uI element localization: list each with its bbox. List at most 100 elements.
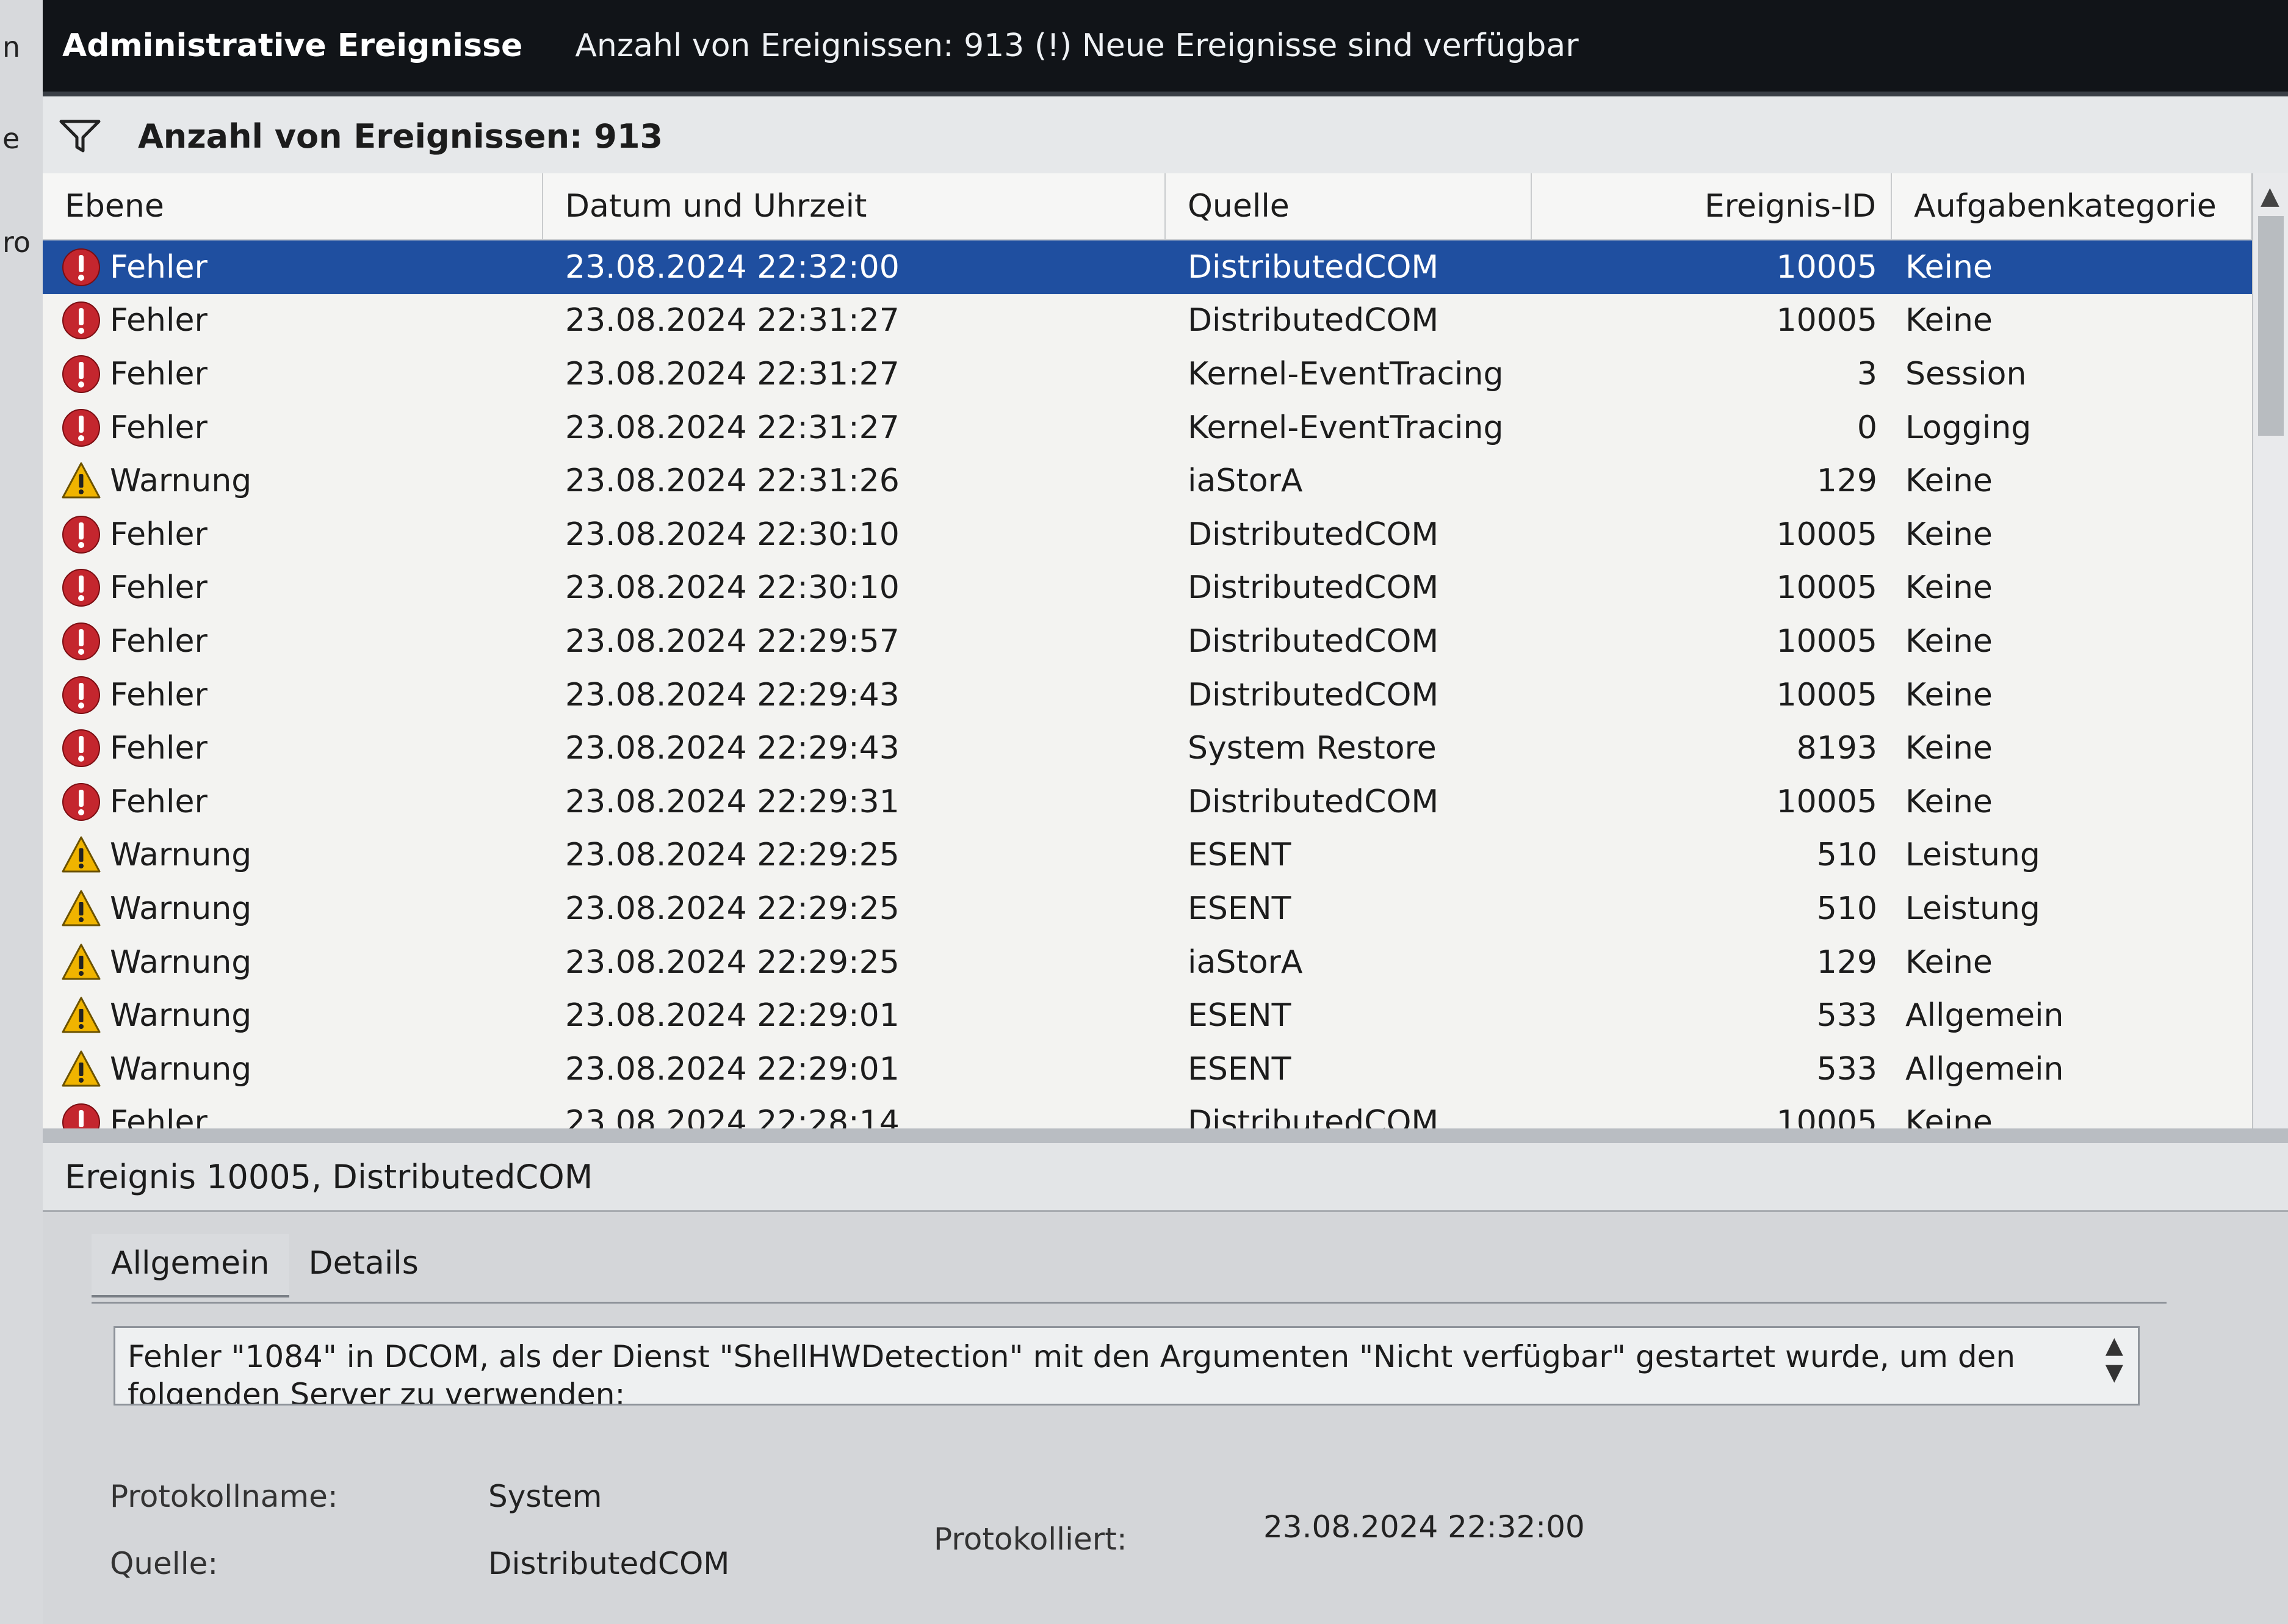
event-detail-pane: Ereignis 10005, DistributedCOM Allgemein… [43,1143,2288,1624]
error-icon [62,408,100,447]
cell-level: Fehler [43,668,543,722]
level-text: Warnung [110,997,252,1034]
cell-source: DistributedCOM [1188,569,1439,607]
cell-event-id: 10005 [1776,676,1877,713]
level-text: Fehler [110,730,208,767]
cell-level: Warnung [43,989,543,1042]
cell-event-id: 510 [1816,837,1877,874]
table-row[interactable]: Warnung 23.08.2024 22:31:26 iaStorA 129 Kein… [43,454,2252,508]
cell-category: Keine [1905,463,1993,500]
filter-count-text: Anzahl von Ereignissen: 913 [138,117,663,156]
table-row[interactable]: Fehler 23.08.2024 22:32:00 DistributedCOM 1… [43,240,2252,294]
level-text: Fehler [110,1104,208,1128]
cell-level: Fehler [43,721,543,775]
cell-event-id: 0 [1857,409,1877,446]
error-icon [62,1103,100,1128]
table-row[interactable]: Warnung 23.08.2024 22:29:25 ESENT 510 Leistu… [43,829,2252,882]
table-row[interactable]: Fehler 23.08.2024 22:28:14 DistributedCOM 1… [43,1096,2252,1128]
cell-source: DistributedCOM [1188,623,1439,660]
table-row[interactable]: Warnung 23.08.2024 22:29:01 ESENT 533 Allgem… [43,989,2252,1042]
event-count-status: Anzahl von Ereignissen: 913 (!) Neue Ere… [575,27,1579,64]
cell-event-id: 533 [1816,997,1877,1034]
column-header-event-id[interactable]: Ereignis-ID [1532,173,1892,239]
cell-category: Keine [1905,730,1993,767]
table-row[interactable]: Warnung 23.08.2024 22:29:01 ESENT 533 Allgem… [43,1042,2252,1096]
column-header-source[interactable]: Quelle [1166,173,1532,239]
table-row[interactable]: Fehler 23.08.2024 22:30:10 DistributedCOM 1… [43,508,2252,561]
table-row[interactable]: Fehler 23.08.2024 22:29:31 DistributedCOM 1… [43,775,2252,829]
level-text: Fehler [110,516,208,553]
cell-category: Keine [1905,623,1993,660]
error-icon [62,729,100,768]
warning-icon [62,1050,101,1087]
cell-event-id: 10005 [1776,1104,1877,1128]
error-icon [62,622,100,660]
level-text: Fehler [110,248,208,286]
cell-event-id: 10005 [1776,569,1877,607]
funnel-icon[interactable] [59,118,101,154]
cell-category: Keine [1905,676,1993,713]
description-scroll-icon[interactable]: ▲ ▼ [2106,1332,2123,1385]
logged-label: Protokolliert: [934,1521,1127,1557]
level-text: Fehler [110,623,208,660]
level-text: Warnung [110,463,252,500]
cell-datetime: 23.08.2024 22:29:25 [565,944,900,981]
level-text: Warnung [110,837,252,874]
table-row[interactable]: Warnung 23.08.2024 22:29:25 iaStorA 129 Kein… [43,936,2252,989]
error-icon [62,248,100,286]
cell-datetime: 23.08.2024 22:30:10 [565,569,900,607]
cell-category: Leistung [1905,837,2040,874]
cell-event-id: 8193 [1796,730,1877,767]
column-header-category[interactable]: Aufgabenkategorie [1892,173,2252,239]
table-row[interactable]: Fehler 23.08.2024 22:29:43 DistributedCOM 1… [43,668,2252,722]
event-description[interactable]: Fehler "1084" in DCOM, als der Dienst "S… [114,1326,2140,1406]
cell-level: Fehler [43,508,543,561]
cell-source: iaStorA [1188,944,1303,981]
table-scrollbar[interactable]: ▲ [2252,173,2288,1128]
cell-level: Fehler [43,347,543,401]
left-fragment: e [2,122,20,155]
scrollbar-thumb[interactable] [2258,216,2284,436]
error-icon [62,676,100,714]
cell-datetime: 23.08.2024 22:29:25 [565,837,900,874]
scroll-up-icon[interactable]: ▲ [2261,182,2279,210]
column-header-datetime[interactable]: Datum und Uhrzeit [543,173,1166,239]
table-row[interactable]: Fehler 23.08.2024 22:30:10 DistributedCOM 1… [43,561,2252,615]
column-header-level[interactable]: Ebene [43,173,543,239]
cell-level: Warnung [43,829,543,882]
cell-level: Fehler [43,1096,543,1128]
table-header: Ebene Datum und Uhrzeit Quelle Ereignis-… [43,173,2252,240]
level-text: Fehler [110,409,208,446]
cell-datetime: 23.08.2024 22:29:31 [565,783,900,820]
cell-category: Allgemein [1905,997,2064,1034]
cell-source: ESENT [1188,1050,1291,1088]
pane-splitter[interactable] [43,1128,2288,1143]
cell-datetime: 23.08.2024 22:31:27 [565,302,900,339]
cell-category: Keine [1905,569,1993,607]
cell-datetime: 23.08.2024 22:29:01 [565,997,900,1034]
left-pane-edge: n e ro [0,0,46,1624]
cell-level: Fehler [43,615,543,668]
table-row[interactable]: Fehler 23.08.2024 22:31:27 Kernel-EventTra… [43,347,2252,401]
cell-source: DistributedCOM [1188,516,1439,553]
table-row[interactable]: Fehler 23.08.2024 22:29:43 System Restore 8… [43,721,2252,775]
cell-datetime: 23.08.2024 22:29:57 [565,623,900,660]
warning-icon [62,462,101,499]
table-row[interactable]: Fehler 23.08.2024 22:31:27 DistributedCOM 1… [43,294,2252,348]
tab-allgemein[interactable]: Allgemein [92,1234,289,1297]
cell-source: DistributedCOM [1188,783,1439,820]
table-row[interactable]: Fehler 23.08.2024 22:31:27 Kernel-EventTra… [43,401,2252,455]
log-name-value: System [488,1479,602,1514]
tab-details[interactable]: Details [289,1234,438,1297]
cell-source: System Restore [1188,730,1437,767]
log-name-label: Protokollname: [110,1479,338,1514]
cell-datetime: 23.08.2024 22:29:01 [565,1050,900,1088]
error-icon [62,301,100,340]
cell-datetime: 23.08.2024 22:31:27 [565,355,900,392]
cell-event-id: 10005 [1776,623,1877,660]
cell-source: DistributedCOM [1188,1104,1439,1128]
table-row[interactable]: Fehler 23.08.2024 22:29:57 DistributedCOM 1… [43,615,2252,668]
table-row[interactable]: Warnung 23.08.2024 22:29:25 ESENT 510 Leistu… [43,882,2252,936]
cell-source: DistributedCOM [1188,248,1439,286]
cell-level: Warnung [43,882,543,936]
